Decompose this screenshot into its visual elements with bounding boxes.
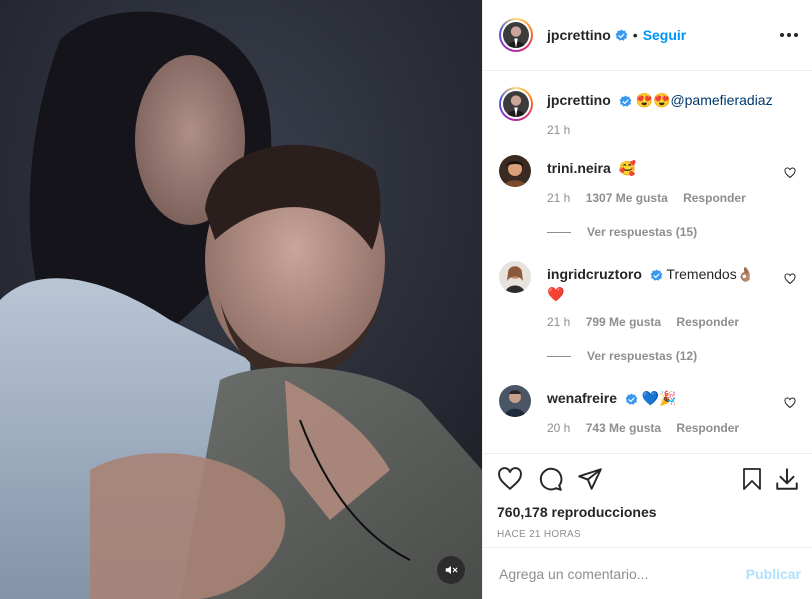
view-count[interactable]: 760,178 reproducciones xyxy=(497,504,800,520)
avatar-image xyxy=(503,91,529,117)
comment-username[interactable]: trini.neira xyxy=(547,160,611,176)
comment-meta: 21 h 799 Me gusta Responder xyxy=(547,315,796,329)
comment-text-line2: ❤️ xyxy=(547,286,565,302)
verified-icon xyxy=(619,95,632,107)
comment-item: wenafreire 💙🎉 20 h 743 Me gusta Responde… xyxy=(499,385,796,435)
video-player[interactable] xyxy=(0,0,482,599)
verified-icon xyxy=(650,269,663,281)
comment-username[interactable]: wenafreire xyxy=(547,390,617,406)
author-username[interactable]: jpcrettino xyxy=(547,27,611,43)
like-icon[interactable] xyxy=(497,466,523,492)
comment-like-icon[interactable] xyxy=(784,167,796,179)
comment-like-icon[interactable] xyxy=(784,273,796,285)
mute-icon xyxy=(445,565,458,575)
comment-likes[interactable]: 1307 Me gusta xyxy=(586,191,668,205)
comment-composer: Agrega un comentario... Publicar xyxy=(483,547,812,599)
commenter-avatar[interactable] xyxy=(499,261,531,293)
comment-text: 🥰 xyxy=(618,160,637,176)
comment-input[interactable]: Agrega un comentario... xyxy=(499,566,746,582)
reply-button[interactable]: Responder xyxy=(676,421,739,435)
caption-mention[interactable]: @pamefieradiaz xyxy=(670,92,772,108)
author-avatar[interactable] xyxy=(499,18,533,52)
comment-time[interactable]: 21 h xyxy=(547,191,570,205)
post-dialog: jpcrettino • Seguir jpcrettino 😍😍@pamefi… xyxy=(0,0,812,599)
comment-icon[interactable] xyxy=(537,466,563,492)
comment-likes[interactable]: 799 Me gusta xyxy=(586,315,661,329)
comments-list: jpcrettino 😍😍@pamefieradiaz 21 h trini.n… xyxy=(483,71,812,453)
commenter-avatar[interactable] xyxy=(499,155,531,187)
more-icon[interactable] xyxy=(780,33,798,37)
comment-time[interactable]: 20 h xyxy=(547,421,570,435)
post-panel: jpcrettino • Seguir jpcrettino 😍😍@pamefi… xyxy=(482,0,812,599)
mute-button[interactable] xyxy=(437,556,465,584)
verified-icon xyxy=(625,393,638,405)
follow-button[interactable]: Seguir xyxy=(643,27,687,43)
comment-item: trini.neira 🥰 21 h 1307 Me gusta Respond… xyxy=(499,155,796,205)
video-frame xyxy=(0,0,482,599)
post-header: jpcrettino • Seguir xyxy=(483,0,812,71)
post-comment-button[interactable]: Publicar xyxy=(746,566,801,582)
caption-avatar[interactable] xyxy=(499,87,533,121)
comment-meta: 21 h 1307 Me gusta Responder xyxy=(547,191,796,205)
comment-text: 💙🎉 xyxy=(641,390,677,406)
action-bar xyxy=(497,464,800,494)
caption-time[interactable]: 21 h xyxy=(547,123,796,137)
post-time[interactable]: HACE 21 HORAS xyxy=(497,529,800,540)
download-icon[interactable] xyxy=(774,466,800,492)
comment-like-icon[interactable] xyxy=(784,397,796,409)
reply-button[interactable]: Responder xyxy=(683,191,746,205)
post-caption: jpcrettino 😍😍@pamefieradiaz 21 h xyxy=(499,71,796,137)
avatar-image xyxy=(503,22,529,48)
view-replies-label: Ver respuestas (12) xyxy=(587,349,698,363)
comment-item: ingridcruztoro Tremendos👌🏽 ❤️ 21 h 799 M… xyxy=(499,261,796,329)
view-replies-button[interactable]: Ver respuestas (15) xyxy=(547,225,796,239)
view-replies-label: Ver respuestas (15) xyxy=(587,225,698,239)
view-replies-button[interactable]: Ver respuestas (12) xyxy=(547,349,796,363)
save-icon[interactable] xyxy=(740,466,764,492)
commenter-avatar[interactable] xyxy=(499,385,531,417)
reply-button[interactable]: Responder xyxy=(676,315,739,329)
caption-emojis: 😍😍 xyxy=(635,92,671,108)
share-icon[interactable] xyxy=(577,466,603,492)
comment-meta: 20 h 743 Me gusta Responder xyxy=(547,421,796,435)
verified-icon xyxy=(615,29,628,41)
comment-likes[interactable]: 743 Me gusta xyxy=(586,421,661,435)
comment-username[interactable]: ingridcruztoro xyxy=(547,266,642,282)
comment-text: Tremendos👌🏽 xyxy=(666,266,755,282)
caption-username[interactable]: jpcrettino xyxy=(547,92,611,108)
comment-time[interactable]: 21 h xyxy=(547,315,570,329)
separator-dot: • xyxy=(632,27,638,43)
